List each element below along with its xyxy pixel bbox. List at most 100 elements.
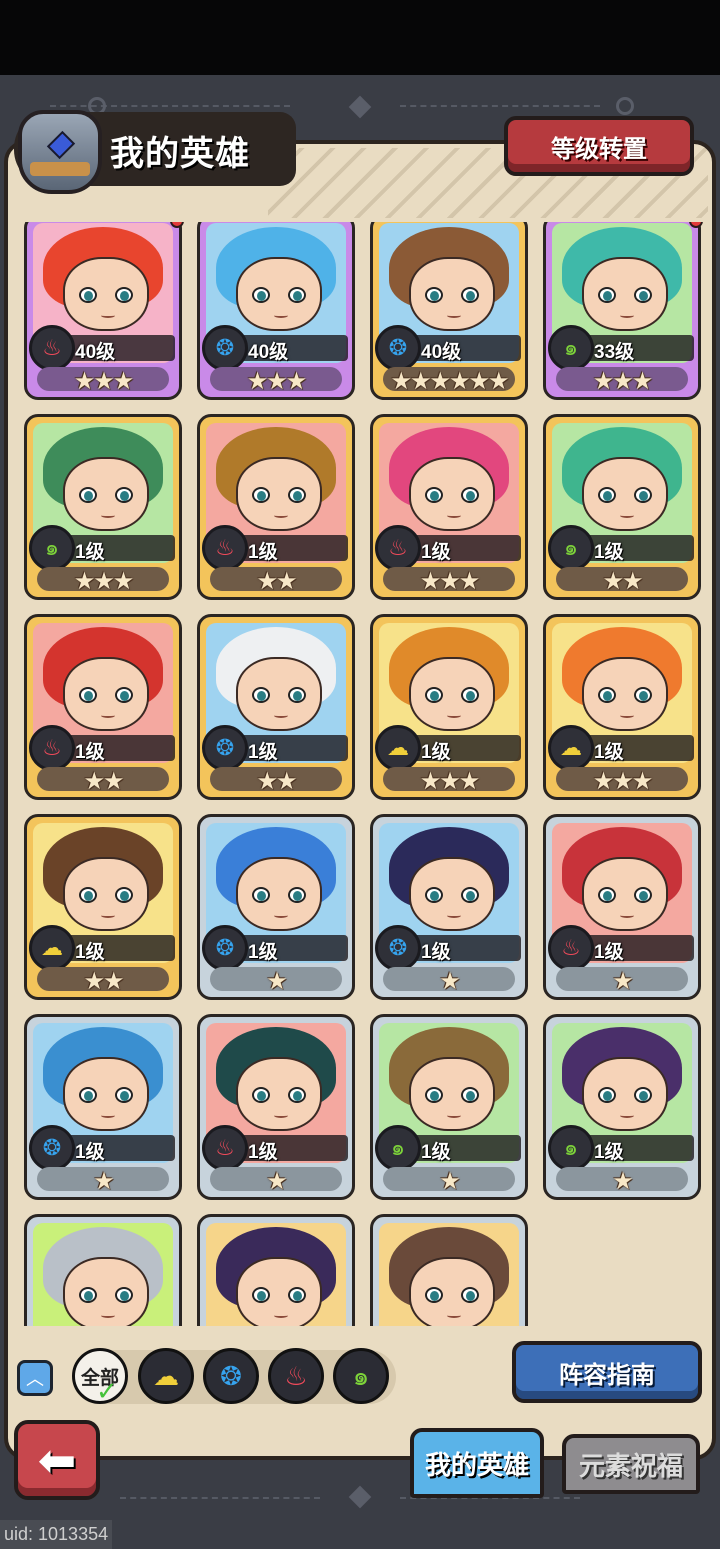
hero-card[interactable]: ♨ 1级 ★: [197, 1014, 355, 1200]
hero-face: [409, 657, 495, 731]
hero-stars: ★★★: [419, 768, 481, 795]
hero-card[interactable]: ๑ 1级 ★: [543, 1014, 701, 1200]
water-element-icon: ❂: [202, 725, 248, 771]
hero-card[interactable]: ☁ 1级 ★★★: [370, 614, 528, 800]
hero-card[interactable]: ❂ 40级 ★★★★★★: [370, 222, 528, 400]
hero-face: [63, 1257, 149, 1326]
fire-element-icon: ♨: [29, 325, 75, 371]
hero-card[interactable]: ❂ 1级 ★: [24, 1014, 182, 1200]
hero-card[interactable]: ♨ 40级 ★★★: [24, 222, 182, 400]
hero-level: 1级: [594, 942, 624, 963]
hero-card[interactable]: ๑ 1级 ★: [370, 1014, 528, 1200]
lineup-guide-button[interactable]: 阵容指南: [512, 1341, 702, 1403]
hero-stars: ★★: [256, 768, 297, 795]
hero-face: [236, 1057, 322, 1131]
filter-earth-icon[interactable]: ☁: [138, 1348, 194, 1404]
hero-card[interactable]: [197, 1214, 355, 1326]
wind-element-icon: ๑: [29, 525, 75, 571]
hero-face: [63, 857, 149, 931]
hero-stars: ★★★★★★: [390, 368, 509, 395]
hero-card[interactable]: ♨ 1级 ★: [543, 814, 701, 1000]
collapse-filter-button[interactable]: ︿: [17, 1360, 53, 1396]
hero-face: [236, 257, 322, 331]
hero-stars: ★★: [256, 568, 297, 595]
hero-face: [582, 257, 668, 331]
hero-level: 1级: [421, 542, 451, 563]
hero-level: 1级: [594, 542, 624, 563]
hero-portrait: [33, 1223, 173, 1326]
wind-element-icon: ๑: [548, 525, 594, 571]
heroes-panel: ♨ 40级 ★★★ ❂ 40级 ★★★ ❂ 40级 ★★★★★★ ๑ 33级 ★★★ ๑ 1级 ★★★ ♨ 1级…: [4, 140, 716, 1460]
hero-face: [236, 857, 322, 931]
hero-card[interactable]: ♨ 1级 ★★: [24, 614, 182, 800]
hero-level: 40级: [248, 342, 289, 363]
hero-portrait: [206, 1223, 346, 1326]
hero-card[interactable]: ☁ 1级 ★★★: [543, 614, 701, 800]
level-reset-button[interactable]: 等级转置: [504, 116, 694, 176]
hero-level: 1级: [421, 742, 451, 763]
wind-element-icon: ๑: [548, 1125, 594, 1171]
hero-card[interactable]: ๑ 33级 ★★★: [543, 222, 701, 400]
back-arrow-icon: ⬅: [37, 1434, 77, 1486]
wind-element-icon: ๑: [548, 325, 594, 371]
hero-stars: ★★: [83, 968, 124, 995]
hero-face: [409, 457, 495, 531]
water-element-icon: ❂: [202, 925, 248, 971]
hero-card[interactable]: ๑ 1级 ★★★: [24, 414, 182, 600]
filter-fire-icon[interactable]: ♨: [268, 1348, 324, 1404]
hero-face: [582, 1057, 668, 1131]
hero-face: [63, 657, 149, 731]
hero-card[interactable]: ❂ 1级 ★: [370, 814, 528, 1000]
hero-card[interactable]: [24, 1214, 182, 1326]
hero-level: 1级: [75, 1142, 105, 1163]
hero-level: 40级: [421, 342, 462, 363]
hero-face: [63, 457, 149, 531]
water-element-icon: ❂: [375, 325, 421, 371]
hero-face: [63, 257, 149, 331]
hero-card[interactable]: ❂ 40级 ★★★: [197, 222, 355, 400]
hero-stars: ★: [266, 1168, 288, 1195]
hero-level: 1级: [75, 542, 105, 563]
back-button[interactable]: ⬅: [14, 1420, 100, 1500]
hero-level: 1级: [248, 742, 278, 763]
tab-my-heroes[interactable]: 我的英雄: [410, 1428, 544, 1498]
water-element-icon: ❂: [202, 325, 248, 371]
hero-card[interactable]: [370, 1214, 528, 1326]
hero-stars: ★: [93, 1168, 115, 1195]
earth-element-icon: ☁: [375, 725, 421, 771]
chevron-up-icon: ︿: [26, 1369, 44, 1389]
hero-card[interactable]: ♨ 1级 ★★: [197, 414, 355, 600]
hero-stars: ★: [439, 1168, 461, 1195]
earth-element-icon: ☁: [29, 925, 75, 971]
hero-portrait: [379, 1223, 519, 1326]
wind-element-icon: ๑: [375, 1125, 421, 1171]
top-status-area: [0, 0, 720, 75]
filter-wind-icon[interactable]: ๑: [333, 1348, 389, 1404]
user-id: uid: 1013354: [0, 1520, 113, 1549]
helmet-icon: [18, 110, 102, 194]
hero-card[interactable]: ❂ 1级 ★★: [197, 614, 355, 800]
hero-face: [582, 857, 668, 931]
hero-card[interactable]: ❂ 1级 ★: [197, 814, 355, 1000]
hero-stars: ★★: [83, 768, 124, 795]
hero-stars: ★★★: [73, 368, 135, 395]
hero-stars: ★★★: [73, 568, 135, 595]
hero-face: [582, 657, 668, 731]
hero-stars: ★: [439, 968, 461, 995]
fire-element-icon: ♨: [202, 525, 248, 571]
hero-stars: ★★★: [592, 768, 654, 795]
tab-element-blessing[interactable]: 元素祝福: [562, 1434, 700, 1494]
filter-water-icon[interactable]: ❂: [203, 1348, 259, 1404]
fire-element-icon: ♨: [548, 925, 594, 971]
hero-face: [409, 1257, 495, 1326]
hero-level: 1级: [248, 1142, 278, 1163]
hero-stars: ★★★: [246, 368, 308, 395]
hero-card[interactable]: ♨ 1级 ★★★: [370, 414, 528, 600]
hero-face: [409, 257, 495, 331]
hero-card[interactable]: ๑ 1级 ★★: [543, 414, 701, 600]
fire-element-icon: ♨: [375, 525, 421, 571]
hero-card[interactable]: ☁ 1级 ★★: [24, 814, 182, 1000]
earth-element-icon: ☁: [548, 725, 594, 771]
hero-face: [409, 857, 495, 931]
hero-grid[interactable]: ♨ 40级 ★★★ ❂ 40级 ★★★ ❂ 40级 ★★★★★★ ๑ 33级 ★★★ ๑ 1级 ★★★ ♨ 1级…: [8, 222, 712, 1326]
